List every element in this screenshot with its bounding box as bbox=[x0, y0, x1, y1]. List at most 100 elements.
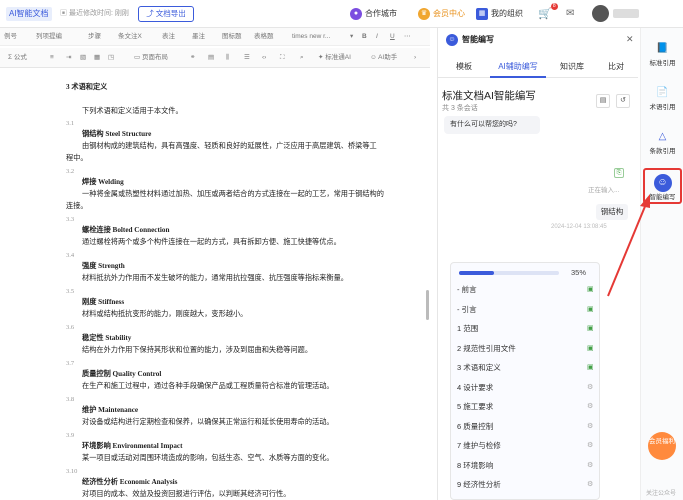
term-number: 3.6 bbox=[66, 324, 75, 331]
align-icon[interactable]: ≡ bbox=[50, 52, 54, 64]
compass-icon: △ bbox=[658, 131, 667, 142]
document-scrollbar[interactable] bbox=[426, 290, 429, 320]
outline-item[interactable]: 2 规范性引用文件 bbox=[457, 344, 516, 354]
document-icon: 📄 bbox=[656, 87, 669, 98]
ai-assistant-button[interactable]: ☺ AI助手 bbox=[370, 52, 397, 64]
term-heading: 刚度 Stiffness bbox=[82, 298, 125, 306]
document-body[interactable]: 3 术语和定义 下列术语和定义适用于本文件。 3.1 钢结构 Steel Struct… bbox=[0, 69, 430, 500]
image-icon[interactable]: ▧ bbox=[80, 52, 86, 64]
frame-icon[interactable]: ⛶ bbox=[280, 52, 285, 64]
indent-icon[interactable]: ⇥ bbox=[66, 52, 71, 64]
term-number: 3.9 bbox=[66, 432, 75, 439]
term-definition: 连接。 bbox=[66, 202, 88, 210]
rail-clause-ref[interactable]: △ 条款引用 bbox=[643, 124, 682, 164]
outline-item[interactable]: 6 质量控制 bbox=[457, 422, 493, 432]
column-icon[interactable]: ⫼ bbox=[226, 52, 229, 64]
toolbar-more-icon[interactable]: › bbox=[414, 52, 416, 64]
term-number: 3.8 bbox=[66, 396, 75, 403]
history-icon[interactable]: ▤ bbox=[596, 94, 610, 108]
progress-percent: 35% bbox=[571, 268, 587, 277]
follow-account-link[interactable]: 关注公众号 bbox=[646, 488, 676, 497]
italic-icon[interactable]: I bbox=[376, 31, 378, 43]
font-select[interactable]: times new r... bbox=[292, 31, 330, 43]
done-doc-icon: ▣ bbox=[587, 286, 594, 293]
tab-ai-assist[interactable]: AI辅助编写 bbox=[490, 56, 546, 78]
progress-fill bbox=[459, 271, 494, 275]
outline-item[interactable]: - 引言 bbox=[457, 305, 477, 315]
tool-clause-note[interactable]: 条文注X bbox=[118, 31, 142, 43]
bot-message: 有什么可以帮您的吗? bbox=[444, 116, 540, 134]
refresh-icon[interactable]: ↺ bbox=[616, 94, 630, 108]
chat-heading: 标准文档AI智能编写 bbox=[442, 90, 536, 102]
tool-step[interactable]: 步骤 bbox=[88, 31, 101, 43]
tab-template[interactable]: 模板 bbox=[442, 56, 486, 78]
my-org-button[interactable]: ▦ 我的组织 bbox=[476, 6, 523, 22]
term-definition: 对项目的成本、效益及投资回报进行评估，以判断其经济可行性。 bbox=[82, 490, 291, 498]
message-timestamp: 2024-12-04 13:08:45 bbox=[551, 224, 607, 230]
org-icon: ▦ bbox=[476, 7, 488, 20]
copy-icon[interactable]: ⎘ bbox=[614, 168, 624, 178]
tab-compare[interactable]: 比对 bbox=[596, 56, 636, 78]
outline-item[interactable]: 4 设计要求 bbox=[457, 383, 493, 393]
outline-item[interactable]: 1 范围 bbox=[457, 324, 478, 334]
close-icon[interactable]: ✕ bbox=[626, 34, 634, 45]
panel-tabs: 模板 AI辅助编写 知识库 比对 bbox=[438, 56, 638, 78]
tool-example[interactable]: 例号 bbox=[4, 31, 17, 43]
outline-item[interactable]: 9 经济性分析 bbox=[457, 480, 501, 490]
grid-icon[interactable]: ▤ bbox=[208, 52, 214, 64]
done-doc-icon: ▣ bbox=[587, 344, 594, 352]
last-save-status: ▣ 最近修改时间: 刚刚 bbox=[60, 10, 129, 17]
promo-badge[interactable]: 会员福利 bbox=[648, 432, 676, 460]
vip-center-button[interactable]: ♛ 会员中心 bbox=[418, 6, 465, 22]
outline-item[interactable]: 3 术语和定义 bbox=[457, 363, 501, 373]
code-icon[interactable]: ‹› bbox=[262, 52, 266, 64]
shape-icon[interactable]: ◳ bbox=[108, 52, 114, 64]
term-number: 3.10 bbox=[66, 468, 78, 475]
export-button[interactable]: ⤴ 文档导出 bbox=[138, 6, 194, 22]
underline-icon[interactable]: U bbox=[390, 31, 395, 43]
outline-item[interactable]: 5 施工要求 bbox=[457, 402, 493, 412]
bold-icon[interactable]: B bbox=[362, 31, 367, 43]
robot-icon: ☺ bbox=[370, 54, 379, 61]
term-heading: 钢结构 Steel Structure bbox=[82, 130, 152, 138]
term-definition: 由钢材构成的建筑结构，具有高强度、轻质和良好的延展性，广泛应用于高层建筑、桥梁等… bbox=[82, 142, 377, 150]
term-definition: 结构在外力作用下保持其形状和位置的能力，涉及到屈曲和失稳等问题。 bbox=[82, 346, 313, 354]
list-icon[interactable]: ☰ bbox=[244, 52, 250, 64]
tool-ink-note[interactable]: 墨注 bbox=[192, 31, 205, 43]
term-number: 3.4 bbox=[66, 252, 75, 259]
rail-term-ref[interactable]: 📄 术语引用 bbox=[643, 80, 682, 120]
tool-table-title[interactable]: 表格题 bbox=[254, 31, 274, 43]
rail-standard-ref[interactable]: 📘 标准引用 bbox=[643, 36, 682, 76]
term-definition: 在生产和施工过程中，通过各种手段确保产品或工程质量符合标准的管理活动。 bbox=[82, 382, 334, 390]
more-icon[interactable]: ⋯ bbox=[404, 31, 411, 43]
link-icon[interactable]: ⚭ bbox=[190, 52, 195, 64]
term-definition: 某一项目或活动对周围环境造成的影响，包括生态、空气、水质等方面的变化。 bbox=[82, 454, 334, 462]
intro-text: 下列术语和定义适用于本文件。 bbox=[82, 107, 183, 115]
term-heading: 质量控制 Quality Control bbox=[82, 370, 162, 378]
city-button[interactable]: ● 合作城市 bbox=[350, 6, 397, 22]
tool-list-item[interactable]: 列项提编 bbox=[36, 31, 62, 43]
outline-item[interactable]: 8 环境影响 bbox=[457, 461, 493, 471]
gear-icon: ⚙ bbox=[587, 403, 594, 410]
tool-figure-title[interactable]: 图标题 bbox=[222, 31, 242, 43]
term-heading: 维护 Maintenance bbox=[82, 406, 139, 414]
formula-button[interactable]: Σ 公式 bbox=[8, 52, 27, 64]
outline-progress-card: 35% - 前言 ▣ - 引言 ▣ 1 范围 ▣ 2 规范性引用文件 ▣ 3 术语和定义 ▣ 4 设… bbox=[450, 262, 600, 500]
tab-knowledge[interactable]: 知识库 bbox=[550, 56, 594, 78]
find-icon[interactable]: ⌕ bbox=[300, 52, 304, 64]
cart-button[interactable]: 🛒 8 bbox=[538, 3, 558, 22]
outline-item[interactable]: - 前言 bbox=[457, 285, 477, 295]
outline-item[interactable]: 7 维护与检修 bbox=[457, 441, 501, 451]
page-layout-button[interactable]: ▭ 页面布局 bbox=[134, 52, 168, 64]
annotation-arrow bbox=[607, 194, 650, 297]
message-button[interactable]: ✉ bbox=[566, 6, 574, 22]
table-icon[interactable]: ▦ bbox=[94, 52, 100, 64]
chevron-down-icon[interactable]: ▾ bbox=[350, 31, 353, 43]
avatar[interactable] bbox=[592, 5, 609, 22]
gear-icon: ⚙ bbox=[587, 422, 594, 430]
tool-table-note[interactable]: 表注 bbox=[162, 31, 175, 43]
cart-badge: 8 bbox=[550, 3, 558, 10]
username-blurred bbox=[613, 9, 639, 18]
panel-logo-icon: ☺ bbox=[446, 34, 458, 46]
ai-tool-button[interactable]: ✦ 标准通AI bbox=[318, 52, 351, 64]
